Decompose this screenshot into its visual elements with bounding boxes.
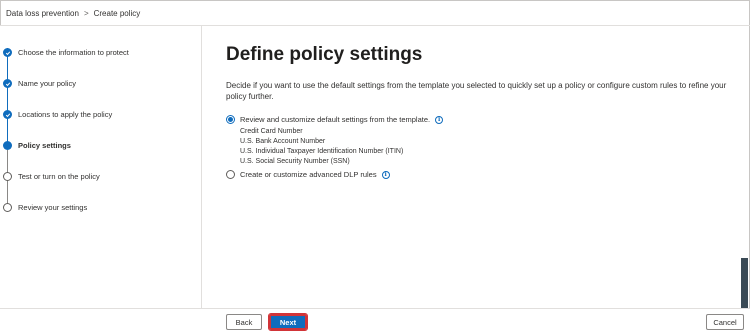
- radio-button-unselected[interactable]: [226, 170, 235, 179]
- breadcrumb: Data loss prevention > Create policy: [6, 6, 140, 20]
- progress-line-completed: [7, 48, 8, 143]
- option-review-default-settings[interactable]: Review and customize default settings fr…: [226, 115, 444, 124]
- scrollbar-edge: [741, 258, 748, 308]
- back-button[interactable]: Back: [226, 314, 262, 330]
- step-label: Locations to apply the policy: [18, 110, 113, 119]
- page-description: Decide if you want to use the default se…: [226, 81, 727, 101]
- checkmark-icon: [3, 48, 12, 57]
- step-choose-information[interactable]: Choose the information to protect: [3, 48, 129, 57]
- checkmark-icon: [3, 110, 12, 119]
- pending-step-icon: [3, 172, 12, 181]
- template-info-types-list: Credit Card Number U.S. Bank Account Num…: [240, 127, 403, 167]
- current-step-icon: [3, 141, 12, 150]
- step-locations[interactable]: Locations to apply the policy: [3, 110, 112, 119]
- wizard-footer: Back Next Cancel: [0, 308, 750, 336]
- step-review-settings[interactable]: Review your settings: [3, 203, 87, 212]
- option-label: Review and customize default settings fr…: [240, 115, 431, 124]
- step-label: Choose the information to protect: [18, 48, 129, 57]
- list-item: U.S. Individual Taxpayer Identification …: [240, 148, 404, 155]
- step-label: Name your policy: [18, 79, 76, 88]
- next-button[interactable]: Next: [268, 313, 308, 331]
- info-icon[interactable]: i: [381, 170, 390, 179]
- step-label: Policy settings: [18, 141, 71, 150]
- list-item: U.S. Bank Account Number: [240, 138, 326, 145]
- chevron-right-icon: >: [83, 8, 89, 18]
- breadcrumb-item-dlp[interactable]: Data loss prevention: [6, 9, 79, 18]
- list-item: U.S. Social Security Number (SSN): [240, 158, 350, 165]
- breadcrumb-item-create-policy: Create policy: [93, 8, 141, 18]
- cancel-button[interactable]: Cancel: [706, 314, 744, 330]
- option-advanced-dlp-rules[interactable]: Create or customize advanced DLP rules i: [226, 170, 390, 179]
- wizard-steps-sidebar: Choose the information to protect Name y…: [0, 26, 202, 308]
- option-label: Create or customize advanced DLP rules: [240, 170, 377, 179]
- step-label: Review your settings: [18, 203, 88, 212]
- main-content: Define policy settings Decide if you wan…: [226, 44, 741, 179]
- pending-step-icon: [3, 203, 12, 212]
- step-label: Test or turn on the policy: [18, 172, 100, 181]
- info-icon[interactable]: i: [435, 115, 444, 124]
- page-title: Define policy settings: [226, 44, 423, 65]
- checkmark-icon: [3, 79, 12, 88]
- list-item: Credit Card Number: [240, 128, 303, 135]
- step-name-policy[interactable]: Name your policy: [3, 79, 76, 88]
- radio-button-selected[interactable]: [226, 115, 235, 124]
- step-policy-settings[interactable]: Policy settings: [3, 141, 71, 150]
- step-test-or-turn-on[interactable]: Test or turn on the policy: [3, 172, 100, 181]
